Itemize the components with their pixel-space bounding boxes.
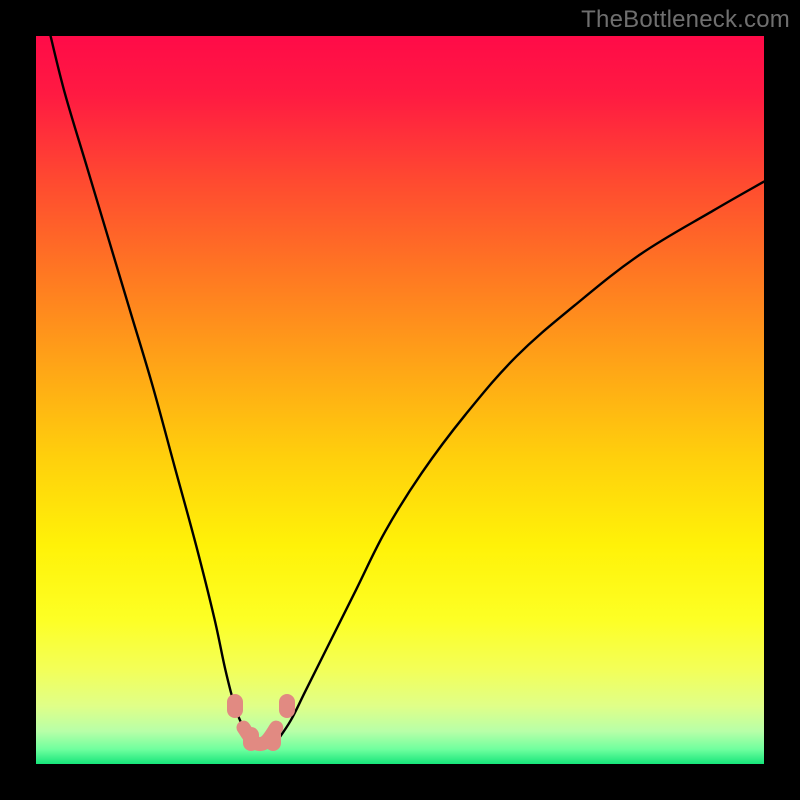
- marker-floor-left: [243, 727, 259, 751]
- marker-floor-right: [265, 727, 281, 751]
- watermark-text: TheBottleneck.com: [581, 6, 790, 34]
- curve-layer: [36, 36, 764, 764]
- right-curve: [276, 182, 764, 743]
- marker-left: [227, 694, 243, 718]
- left-curve: [51, 36, 255, 742]
- plot-area: [36, 36, 764, 764]
- marker-right: [279, 694, 295, 718]
- chart-frame: TheBottleneck.com: [0, 0, 800, 800]
